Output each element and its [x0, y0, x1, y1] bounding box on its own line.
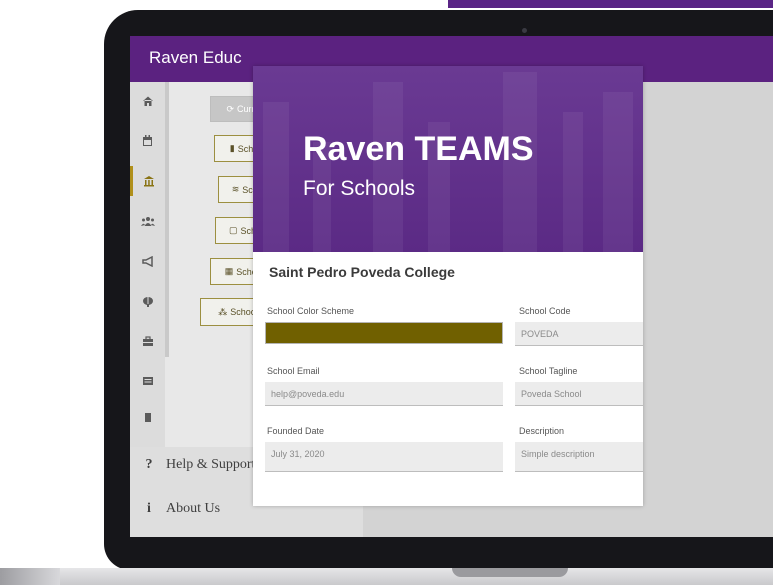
school-name: Saint Pedro Poveda College	[269, 264, 455, 280]
hero-banner: Raven TEAMS For Schools	[253, 66, 643, 252]
description-label: Description	[519, 426, 565, 436]
help-support-item[interactable]: ? Help & Support	[144, 457, 256, 473]
about-us-label: About Us	[166, 501, 221, 516]
app-title[interactable]: Raven Educ	[149, 48, 242, 68]
description-field[interactable]: Simple description	[515, 442, 643, 472]
more-icon[interactable]	[130, 406, 165, 426]
color-scheme-swatch[interactable]	[265, 322, 503, 344]
laptop-notch	[452, 568, 568, 577]
submenu-scrollbar[interactable]	[165, 82, 169, 357]
info-icon: i	[147, 501, 151, 516]
help-support-label: Help & Support	[166, 457, 256, 472]
users-icon[interactable]	[130, 206, 165, 236]
refresh-icon: ⟳	[226, 103, 234, 114]
laptop-base-shade	[0, 568, 60, 585]
school-email-field[interactable]: help@poveda.edu	[265, 382, 503, 406]
about-us-item[interactable]: i About Us	[144, 501, 220, 517]
card-icon[interactable]	[130, 366, 165, 396]
school-tagline-field[interactable]: Poveda School	[515, 382, 643, 406]
camera-icon	[522, 28, 527, 33]
school-email-label: School Email	[267, 366, 320, 376]
color-scheme-label: School Color Scheme	[267, 306, 355, 316]
school-icon[interactable]	[130, 166, 165, 196]
hero-subtitle: For Schools	[303, 177, 416, 200]
founded-date-label: Founded Date	[267, 426, 325, 436]
hero-title: Raven TEAMS	[303, 130, 534, 168]
home-icon[interactable]	[130, 86, 165, 116]
school-code-label: School Code	[519, 306, 571, 316]
megaphone-icon[interactable]	[130, 246, 165, 276]
laptop-lid-edge	[448, 0, 773, 8]
brain-icon[interactable]	[130, 286, 165, 316]
school-profile-card: Raven TEAMS For Schools Saint Pedro Pove…	[253, 66, 643, 506]
building-icon: ▮	[229, 143, 235, 153]
icon-rail	[130, 82, 165, 447]
facility-icon: ▦	[224, 266, 234, 276]
school-tagline-label: School Tagline	[519, 366, 578, 376]
question-icon: ?	[145, 457, 153, 472]
laptop-base	[0, 568, 773, 585]
school-code-field[interactable]: POVEDA	[515, 322, 643, 346]
founded-date-field[interactable]: July 31, 2020	[265, 442, 503, 472]
room-icon: ▢	[228, 225, 238, 235]
hero-skyline	[263, 102, 289, 252]
briefcase-icon[interactable]	[130, 326, 165, 356]
layers-icon: ≋	[231, 184, 240, 194]
departments-icon: ⁂	[218, 306, 228, 317]
calendar-icon[interactable]	[130, 126, 165, 156]
